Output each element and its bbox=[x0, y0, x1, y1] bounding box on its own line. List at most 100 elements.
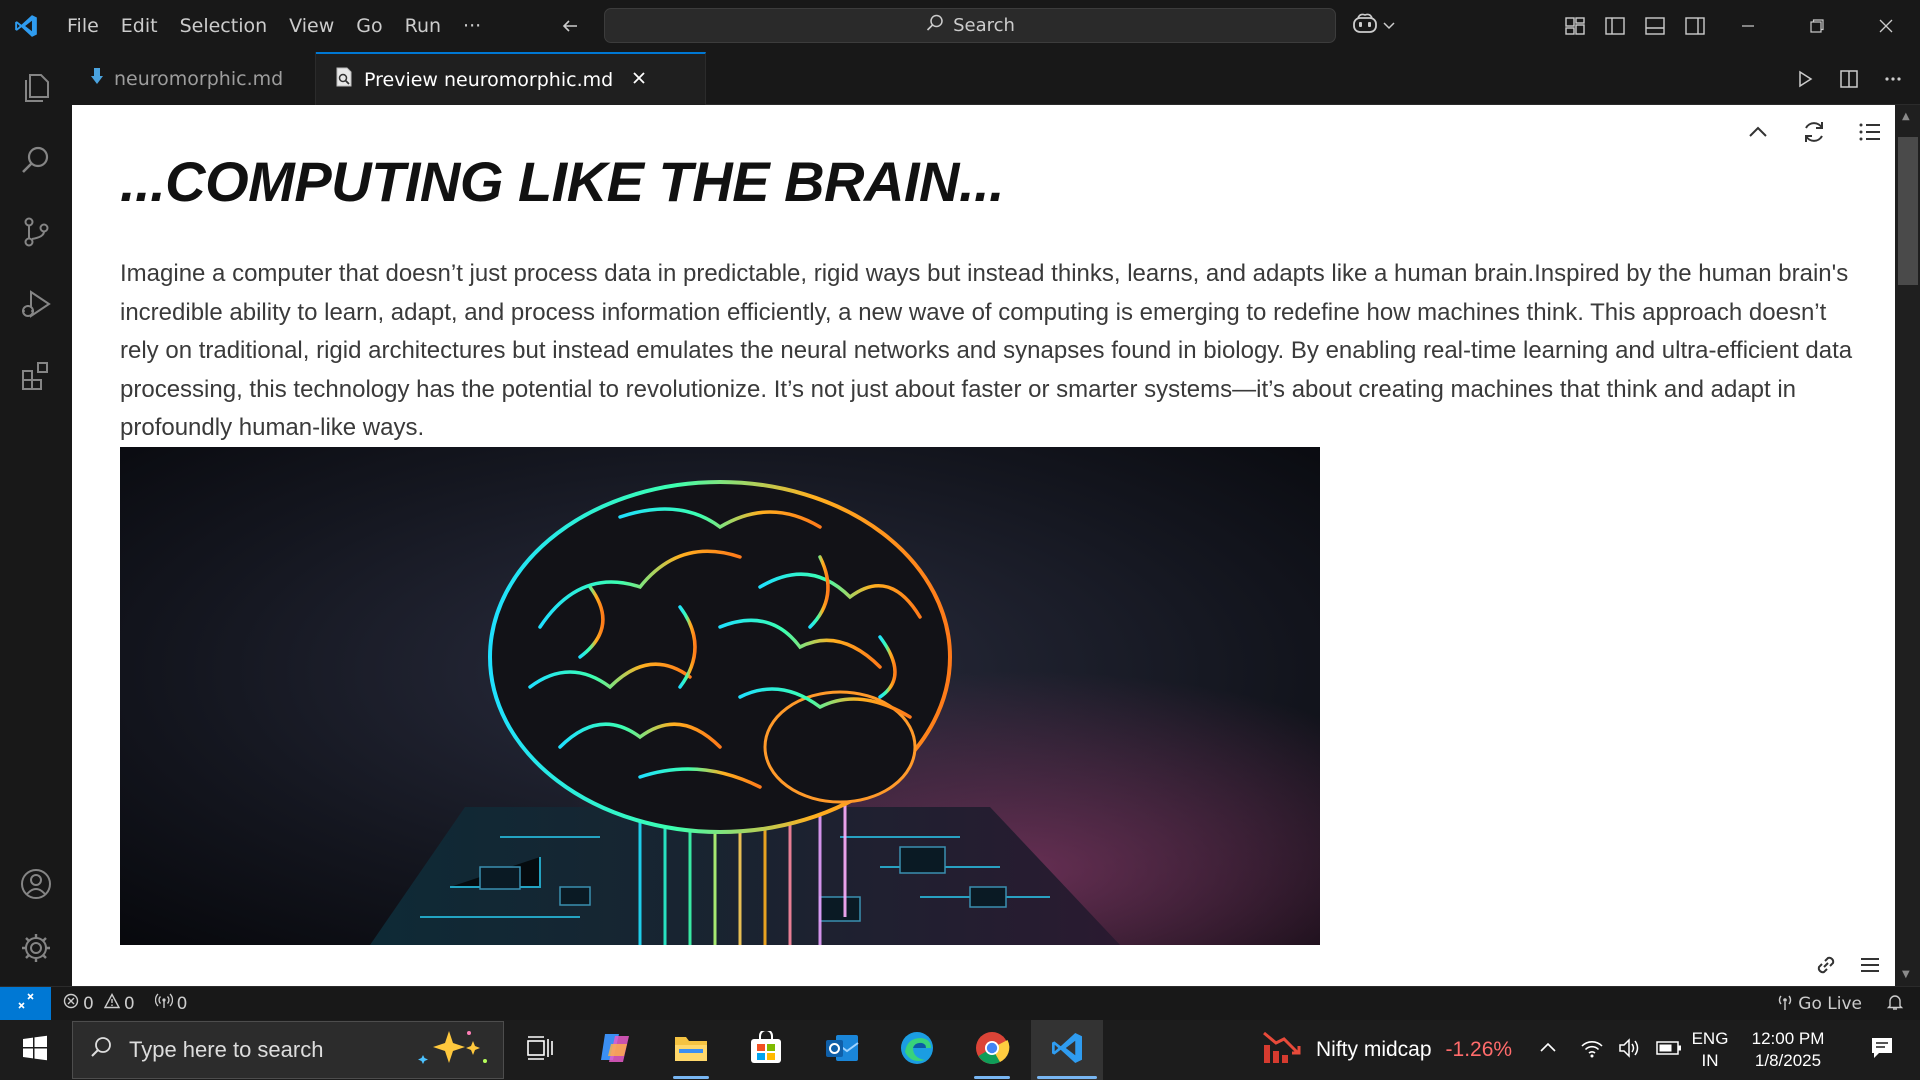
brain-circuit-image bbox=[120, 447, 1320, 945]
notifications-bell-icon[interactable] bbox=[1886, 993, 1904, 1016]
vertical-scrollbar[interactable]: ▲ ▼ bbox=[1895, 105, 1920, 986]
sparkle-icon bbox=[411, 1027, 491, 1073]
source-control-icon[interactable] bbox=[0, 196, 72, 268]
tab-label: neuromorphic.md bbox=[114, 67, 284, 90]
error-count: 0 bbox=[83, 993, 94, 1014]
command-center-search[interactable]: Search bbox=[604, 8, 1336, 43]
region-code: IN bbox=[1701, 1051, 1719, 1070]
taskbar-chrome[interactable] bbox=[956, 1020, 1028, 1080]
copilot-button[interactable] bbox=[1352, 12, 1396, 40]
command-center-label: Search bbox=[953, 15, 1015, 36]
folder-icon bbox=[673, 1033, 709, 1067]
markdown-preview-pane[interactable]: ...COMPUTING LIKE THE BRAIN... Imagine a… bbox=[72, 105, 1895, 986]
warning-count: 0 bbox=[123, 993, 135, 1014]
menu-go[interactable]: Go bbox=[345, 8, 393, 44]
chevron-up-icon[interactable] bbox=[1743, 117, 1773, 147]
copilot-icon bbox=[1352, 12, 1378, 40]
stock-name: Nifty midcap bbox=[1316, 1038, 1432, 1061]
menu-edit[interactable]: Edit bbox=[110, 8, 169, 44]
link-icon[interactable] bbox=[1811, 950, 1841, 980]
customize-layout-icon[interactable] bbox=[1560, 12, 1590, 40]
action-center-button[interactable] bbox=[1852, 1020, 1912, 1080]
taskbar-microsoft-store[interactable] bbox=[730, 1020, 802, 1080]
outline-list-icon[interactable] bbox=[1855, 117, 1885, 147]
wifi-icon[interactable] bbox=[1580, 1037, 1604, 1063]
title-bar: File Edit Selection View Go Run ··· Sear… bbox=[0, 0, 1920, 52]
menu-file[interactable]: File bbox=[56, 8, 110, 44]
notification-message-icon bbox=[1869, 1035, 1895, 1065]
extensions-icon[interactable] bbox=[0, 340, 72, 412]
scroll-up-arrow-icon[interactable]: ▲ bbox=[1902, 111, 1910, 122]
refresh-icon[interactable] bbox=[1799, 117, 1829, 147]
system-tray bbox=[1538, 1020, 1682, 1080]
problems-indicator[interactable]: 0 0 bbox=[63, 993, 135, 1014]
chrome-icon bbox=[974, 1030, 1010, 1070]
menu-more[interactable]: ··· bbox=[452, 8, 492, 44]
ports-count: 0 bbox=[176, 993, 188, 1014]
clock[interactable]: 12:00 PM 1/8/2025 bbox=[1738, 1028, 1838, 1072]
vscode-logo-icon bbox=[0, 0, 52, 52]
toggle-panel-icon[interactable] bbox=[1640, 12, 1670, 40]
hamburger-menu-icon[interactable] bbox=[1855, 950, 1885, 980]
scroll-down-arrow-icon[interactable]: ▼ bbox=[1902, 969, 1910, 980]
go-live-label: Go Live bbox=[1798, 994, 1862, 1014]
run-debug-icon[interactable] bbox=[0, 268, 72, 340]
editor-tabs: neuromorphic.md Preview neuromorphic.md bbox=[72, 52, 1920, 105]
stock-change: -1.26% bbox=[1445, 1038, 1513, 1061]
volume-icon[interactable] bbox=[1618, 1037, 1642, 1063]
taskbar-file-explorer[interactable] bbox=[655, 1020, 727, 1080]
clock-time: 12:00 PM bbox=[1751, 1029, 1825, 1048]
battery-icon[interactable] bbox=[1656, 1039, 1682, 1061]
tab-markdown-source[interactable]: neuromorphic.md bbox=[72, 52, 316, 105]
manage-gear-icon[interactable] bbox=[0, 912, 72, 984]
search-icon bbox=[89, 1035, 113, 1065]
menu-bar: File Edit Selection View Go Run ··· bbox=[56, 0, 492, 52]
remote-icon bbox=[17, 992, 35, 1015]
more-actions-icon[interactable] bbox=[1878, 64, 1908, 94]
scrollbar-thumb[interactable] bbox=[1898, 137, 1918, 285]
toggle-primary-sidebar-icon[interactable] bbox=[1600, 12, 1630, 40]
menu-view[interactable]: View bbox=[278, 8, 345, 44]
chevron-down-icon bbox=[1382, 17, 1396, 36]
stock-widget[interactable]: Nifty midcap -1.26% bbox=[1262, 1020, 1512, 1080]
run-play-icon[interactable] bbox=[1790, 64, 1820, 94]
go-live-button[interactable]: Go Live bbox=[1776, 993, 1862, 1016]
remote-indicator[interactable] bbox=[0, 986, 51, 1021]
markdown-icon bbox=[90, 67, 104, 90]
back-arrow-icon[interactable] bbox=[556, 12, 584, 40]
input-language-indicator[interactable]: ENG IN bbox=[1688, 1028, 1732, 1072]
status-bar: 0 0 0 Go Live bbox=[0, 986, 1920, 1021]
taskbar-outlook[interactable] bbox=[806, 1020, 878, 1080]
search-view-icon[interactable] bbox=[0, 124, 72, 196]
tab-markdown-preview[interactable]: Preview neuromorphic.md bbox=[316, 52, 706, 105]
explorer-icon[interactable] bbox=[0, 52, 72, 124]
task-view-button[interactable] bbox=[504, 1020, 576, 1080]
search-icon bbox=[925, 13, 945, 38]
task-view-icon bbox=[526, 1035, 554, 1065]
tab-label: Preview neuromorphic.md bbox=[364, 68, 614, 91]
toggle-secondary-sidebar-icon[interactable] bbox=[1680, 12, 1710, 40]
broadcast-icon bbox=[154, 993, 173, 1014]
restore-icon[interactable] bbox=[1782, 0, 1851, 52]
taskbar-vscode[interactable] bbox=[1031, 1020, 1103, 1080]
vscode-icon bbox=[1049, 1030, 1085, 1070]
taskbar-edge[interactable] bbox=[881, 1020, 953, 1080]
close-tab-icon[interactable] bbox=[631, 69, 647, 91]
minimize-icon[interactable] bbox=[1713, 0, 1782, 52]
taskbar-search-box[interactable]: Type here to search bbox=[72, 1021, 504, 1079]
edge-icon bbox=[899, 1030, 935, 1070]
clock-date: 1/8/2025 bbox=[1754, 1051, 1822, 1070]
page-title: ...COMPUTING LIKE THE BRAIN... bbox=[120, 150, 1005, 213]
intro-paragraph: Imagine a computer that doesn’t just pro… bbox=[120, 260, 1853, 441]
close-window-icon[interactable] bbox=[1851, 0, 1920, 52]
menu-selection[interactable]: Selection bbox=[169, 8, 279, 44]
chevron-up-icon[interactable] bbox=[1538, 1038, 1558, 1062]
outlook-icon bbox=[824, 1031, 860, 1069]
start-button[interactable] bbox=[0, 1020, 70, 1080]
accounts-icon[interactable] bbox=[0, 848, 72, 920]
preview-icon bbox=[334, 66, 354, 93]
menu-run[interactable]: Run bbox=[394, 8, 452, 44]
split-editor-icon[interactable] bbox=[1834, 64, 1864, 94]
ports-indicator[interactable]: 0 bbox=[154, 993, 188, 1014]
taskbar-copilot-app[interactable] bbox=[580, 1020, 652, 1080]
